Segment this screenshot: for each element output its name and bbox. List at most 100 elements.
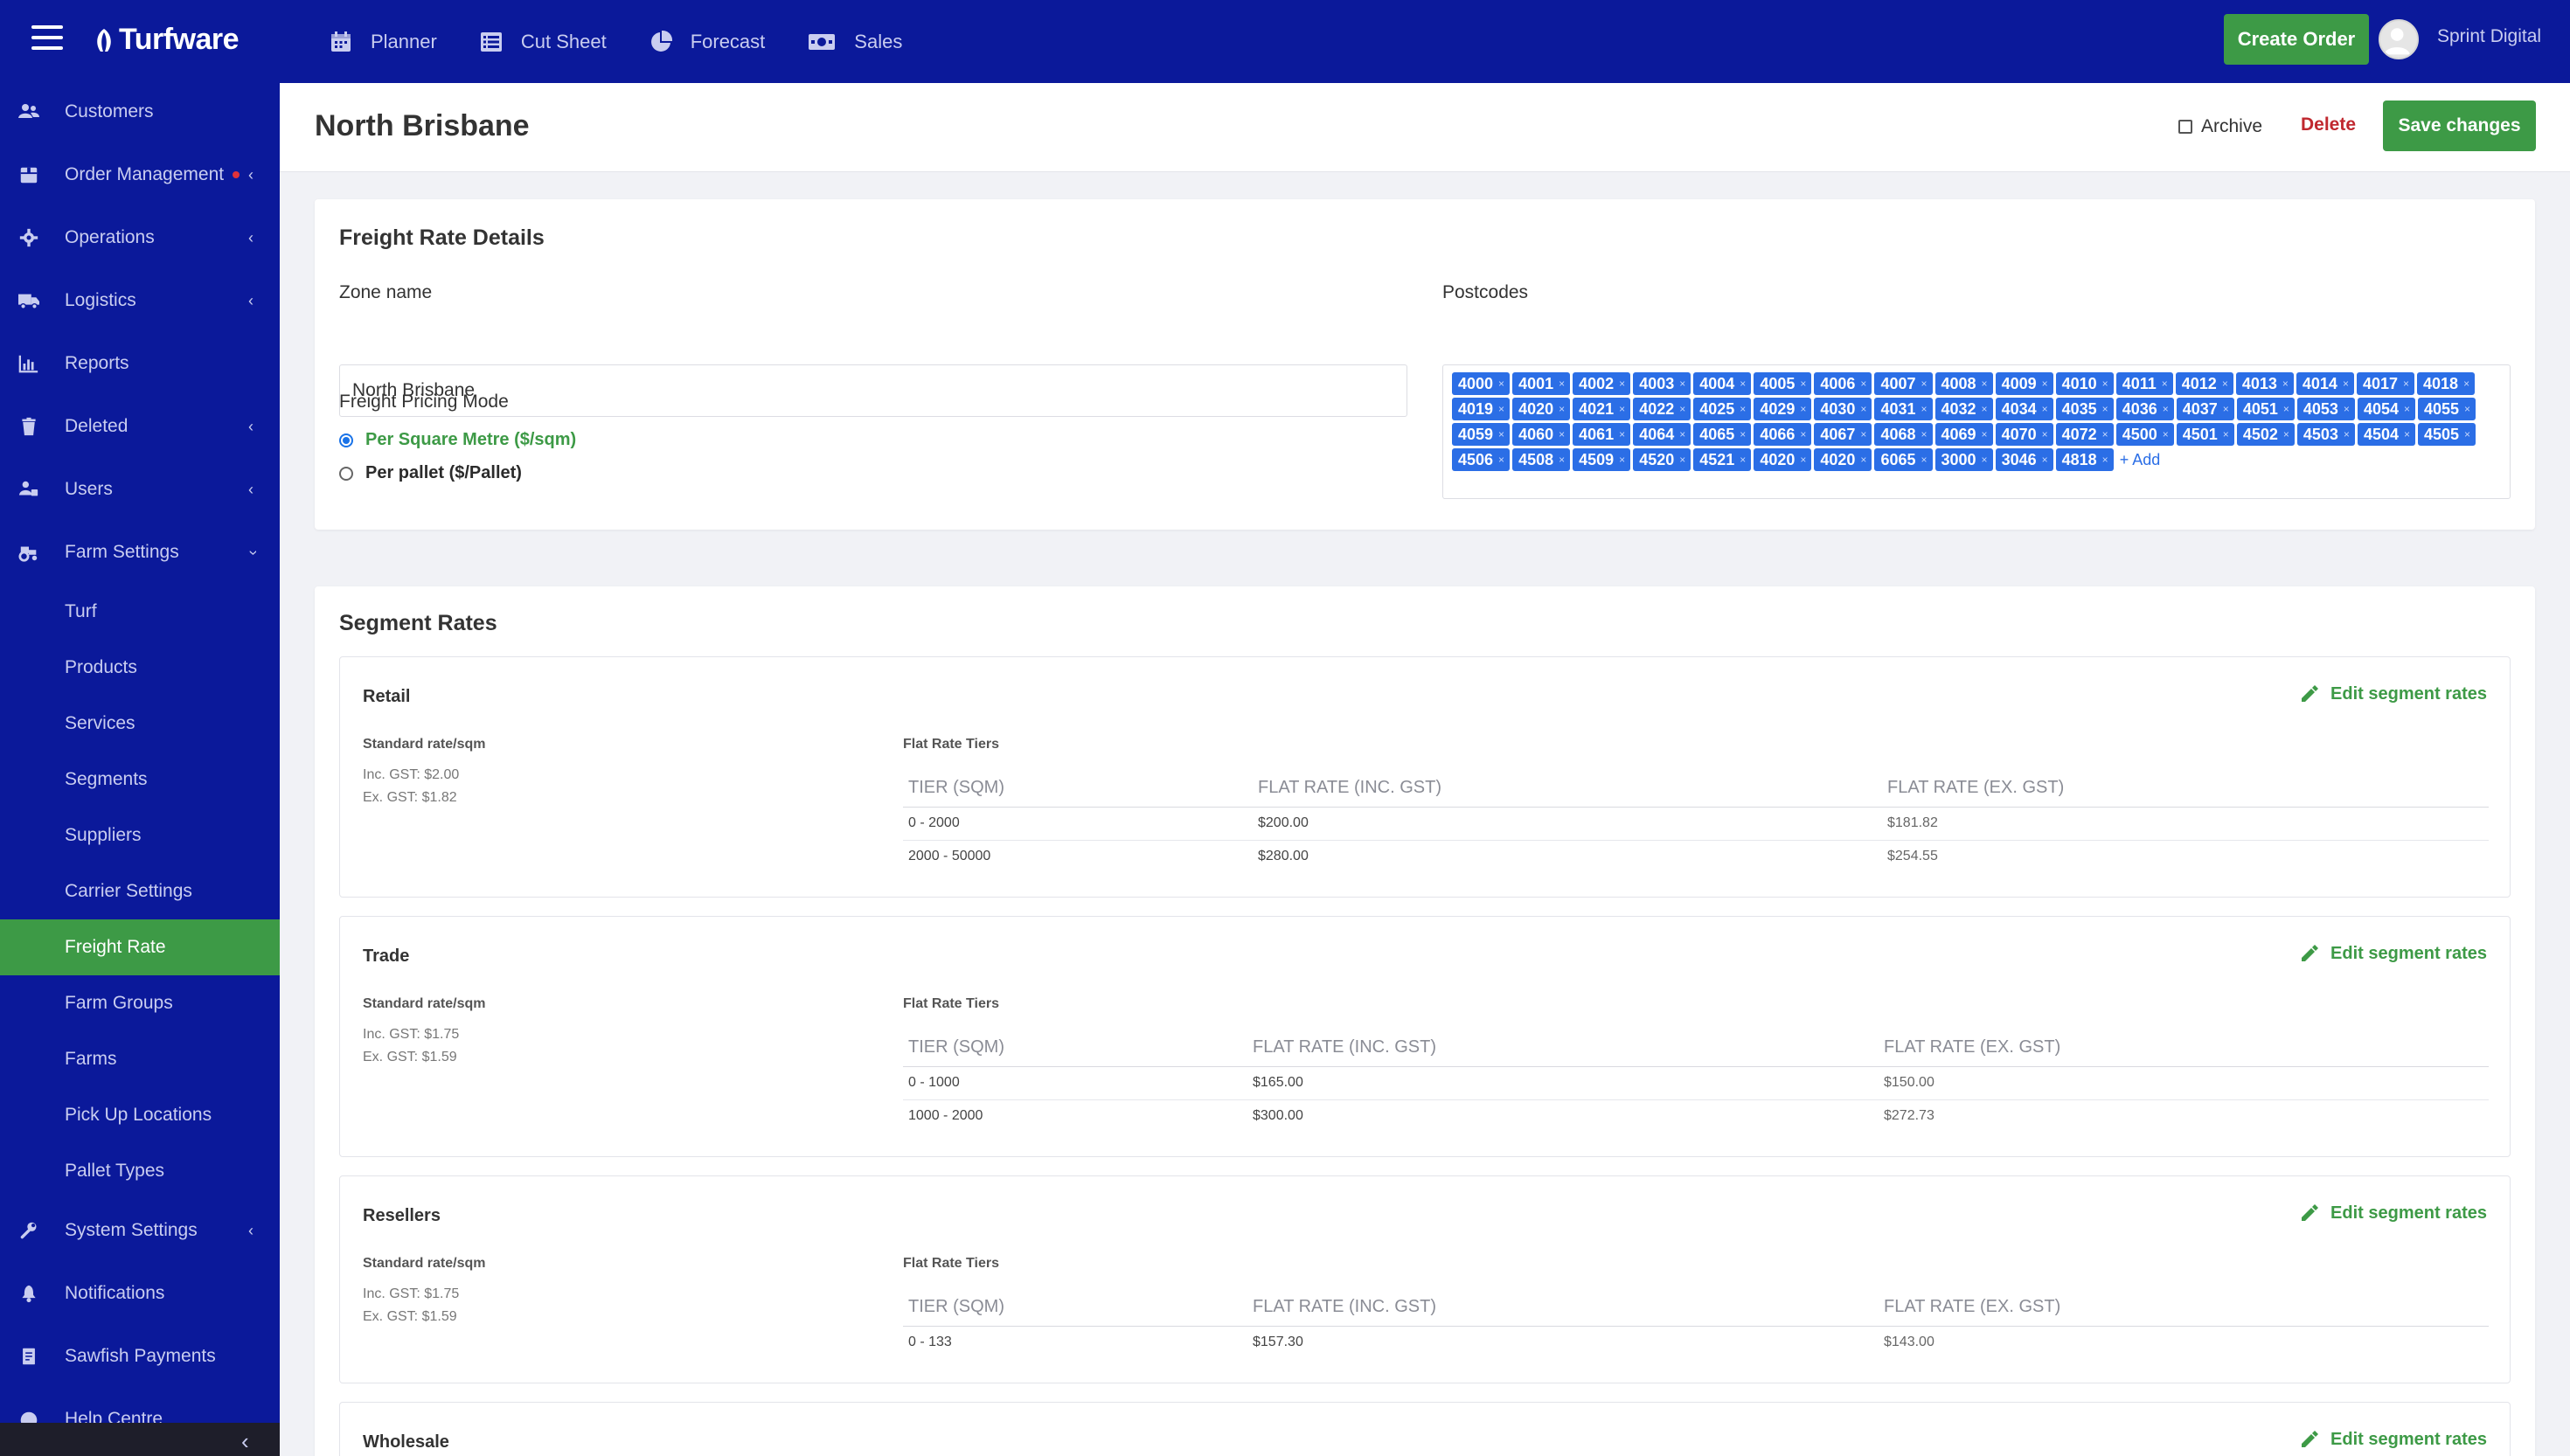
nav-planner[interactable]: Planner bbox=[329, 30, 437, 54]
sidebar-item-order-management[interactable]: Order Management ‹ bbox=[0, 147, 280, 203]
sidebar-item-users[interactable]: Users ‹ bbox=[0, 461, 280, 517]
radio-unselected-icon[interactable] bbox=[339, 466, 353, 481]
avatar[interactable] bbox=[2379, 19, 2419, 59]
postcodes-input[interactable]: 4000 × 4001 × 4002 × 4003 × 4004 × 4005 × 4006 × 4007 ×… bbox=[1442, 364, 2511, 499]
remove-postcode-icon[interactable]: × bbox=[1498, 454, 1504, 466]
sidebar-item-segments[interactable]: Segments bbox=[0, 752, 280, 808]
remove-postcode-icon[interactable]: × bbox=[2343, 378, 2349, 390]
checkbox-icon[interactable] bbox=[2178, 120, 2192, 134]
delete-button[interactable]: Delete bbox=[2301, 114, 2356, 135]
remove-postcode-icon[interactable]: × bbox=[2404, 428, 2410, 440]
remove-postcode-icon[interactable]: × bbox=[2163, 403, 2169, 415]
sidebar-item-turf[interactable]: Turf bbox=[0, 584, 280, 640]
remove-postcode-icon[interactable]: × bbox=[2403, 378, 2409, 390]
remove-postcode-icon[interactable]: × bbox=[2042, 454, 2048, 466]
sidebar-item-operations[interactable]: Operations ‹ bbox=[0, 210, 280, 266]
remove-postcode-icon[interactable]: × bbox=[1921, 428, 1927, 440]
collapse-sidebar-icon[interactable]: ‹ bbox=[241, 1428, 249, 1455]
remove-postcode-icon[interactable]: × bbox=[1498, 428, 1504, 440]
remove-postcode-icon[interactable]: × bbox=[1982, 378, 1988, 390]
remove-postcode-icon[interactable]: × bbox=[2282, 378, 2289, 390]
edit-segment-rates-button[interactable]: Edit segment rates bbox=[2299, 943, 2487, 964]
radio-per-sqm[interactable]: Per Square Metre ($/sqm) bbox=[339, 430, 576, 450]
edit-segment-rates-button[interactable]: Edit segment rates bbox=[2299, 1429, 2487, 1450]
sidebar-item-pallet-types[interactable]: Pallet Types bbox=[0, 1143, 280, 1199]
remove-postcode-icon[interactable]: × bbox=[1800, 403, 1806, 415]
remove-postcode-icon[interactable]: × bbox=[2464, 403, 2470, 415]
brand-logo[interactable]: Turfware bbox=[93, 23, 240, 57]
nav-cut-sheet[interactable]: Cut Sheet bbox=[479, 30, 607, 54]
create-order-button[interactable]: Create Order bbox=[2224, 14, 2369, 65]
remove-postcode-icon[interactable]: × bbox=[1619, 454, 1625, 466]
remove-postcode-icon[interactable]: × bbox=[1679, 428, 1685, 440]
save-changes-button[interactable]: Save changes bbox=[2383, 101, 2536, 151]
remove-postcode-icon[interactable]: × bbox=[1982, 428, 1988, 440]
remove-postcode-icon[interactable]: × bbox=[2464, 428, 2470, 440]
sidebar-item-services[interactable]: Services bbox=[0, 696, 280, 752]
remove-postcode-icon[interactable]: × bbox=[1982, 403, 1988, 415]
remove-postcode-icon[interactable]: × bbox=[1559, 428, 1565, 440]
remove-postcode-icon[interactable]: × bbox=[2223, 428, 2229, 440]
remove-postcode-icon[interactable]: × bbox=[1619, 428, 1625, 440]
remove-postcode-icon[interactable]: × bbox=[2163, 428, 2169, 440]
menu-icon[interactable] bbox=[31, 25, 63, 52]
radio-per-pallet[interactable]: Per pallet ($/Pallet) bbox=[339, 463, 522, 483]
remove-postcode-icon[interactable]: × bbox=[1679, 378, 1685, 390]
sidebar-item-pick-up-locations[interactable]: Pick Up Locations bbox=[0, 1087, 280, 1143]
remove-postcode-icon[interactable]: × bbox=[1559, 378, 1565, 390]
remove-postcode-icon[interactable]: × bbox=[1800, 454, 1806, 466]
add-postcode-button[interactable]: + Add bbox=[2116, 448, 2161, 471]
sidebar-item-help-centre[interactable]: Help Centre bbox=[0, 1391, 280, 1423]
remove-postcode-icon[interactable]: × bbox=[2283, 428, 2289, 440]
remove-postcode-icon[interactable]: × bbox=[1559, 403, 1565, 415]
sidebar-item-freight-rate[interactable]: Freight Rate bbox=[0, 919, 280, 975]
remove-postcode-icon[interactable]: × bbox=[1740, 454, 1746, 466]
remove-postcode-icon[interactable]: × bbox=[1740, 428, 1746, 440]
remove-postcode-icon[interactable]: × bbox=[1860, 378, 1866, 390]
nav-sales[interactable]: Sales bbox=[807, 30, 902, 54]
sidebar-item-logistics[interactable]: Logistics ‹ bbox=[0, 273, 280, 329]
archive-checkbox[interactable]: Archive bbox=[2178, 116, 2262, 137]
sidebar-item-suppliers[interactable]: Suppliers bbox=[0, 808, 280, 863]
remove-postcode-icon[interactable]: × bbox=[1860, 454, 1866, 466]
remove-postcode-icon[interactable]: × bbox=[1921, 403, 1927, 415]
remove-postcode-icon[interactable]: × bbox=[2102, 403, 2108, 415]
remove-postcode-icon[interactable]: × bbox=[2222, 378, 2228, 390]
remove-postcode-icon[interactable]: × bbox=[2344, 403, 2350, 415]
remove-postcode-icon[interactable]: × bbox=[1679, 454, 1685, 466]
remove-postcode-icon[interactable]: × bbox=[2344, 428, 2350, 440]
remove-postcode-icon[interactable]: × bbox=[1559, 454, 1565, 466]
sidebar-item-system-settings[interactable]: System Settings ‹ bbox=[0, 1203, 280, 1258]
remove-postcode-icon[interactable]: × bbox=[1860, 428, 1866, 440]
remove-postcode-icon[interactable]: × bbox=[1921, 378, 1927, 390]
remove-postcode-icon[interactable]: × bbox=[2102, 428, 2108, 440]
sidebar-item-farm-groups[interactable]: Farm Groups bbox=[0, 975, 280, 1031]
remove-postcode-icon[interactable]: × bbox=[1619, 378, 1625, 390]
sidebar-item-customers[interactable]: Customers bbox=[0, 84, 280, 140]
remove-postcode-icon[interactable]: × bbox=[2102, 378, 2108, 390]
edit-segment-rates-button[interactable]: Edit segment rates bbox=[2299, 683, 2487, 704]
remove-postcode-icon[interactable]: × bbox=[1740, 378, 1746, 390]
nav-forecast[interactable]: Forecast bbox=[649, 30, 765, 54]
remove-postcode-icon[interactable]: × bbox=[1800, 378, 1806, 390]
remove-postcode-icon[interactable]: × bbox=[1679, 403, 1685, 415]
remove-postcode-icon[interactable]: × bbox=[2283, 403, 2289, 415]
remove-postcode-icon[interactable]: × bbox=[1800, 428, 1806, 440]
user-name[interactable]: Sprint Digital bbox=[2437, 26, 2541, 47]
radio-selected-icon[interactable] bbox=[339, 433, 353, 447]
remove-postcode-icon[interactable]: × bbox=[2042, 428, 2048, 440]
sidebar-item-notifications[interactable]: Notifications bbox=[0, 1265, 280, 1321]
remove-postcode-icon[interactable]: × bbox=[2162, 378, 2168, 390]
sidebar-item-sawfish-payments[interactable]: Sawfish Payments bbox=[0, 1328, 280, 1384]
sidebar-item-deleted[interactable]: Deleted ‹ bbox=[0, 399, 280, 454]
remove-postcode-icon[interactable]: × bbox=[2042, 378, 2048, 390]
edit-segment-rates-button[interactable]: Edit segment rates bbox=[2299, 1203, 2487, 1224]
remove-postcode-icon[interactable]: × bbox=[2404, 403, 2410, 415]
remove-postcode-icon[interactable]: × bbox=[2463, 378, 2469, 390]
remove-postcode-icon[interactable]: × bbox=[2223, 403, 2229, 415]
remove-postcode-icon[interactable]: × bbox=[2102, 454, 2108, 466]
sidebar-item-farm-settings[interactable]: Farm Settings ‹ bbox=[0, 524, 280, 580]
remove-postcode-icon[interactable]: × bbox=[1498, 378, 1504, 390]
remove-postcode-icon[interactable]: × bbox=[1921, 454, 1927, 466]
sidebar-item-carrier-settings[interactable]: Carrier Settings bbox=[0, 863, 280, 919]
